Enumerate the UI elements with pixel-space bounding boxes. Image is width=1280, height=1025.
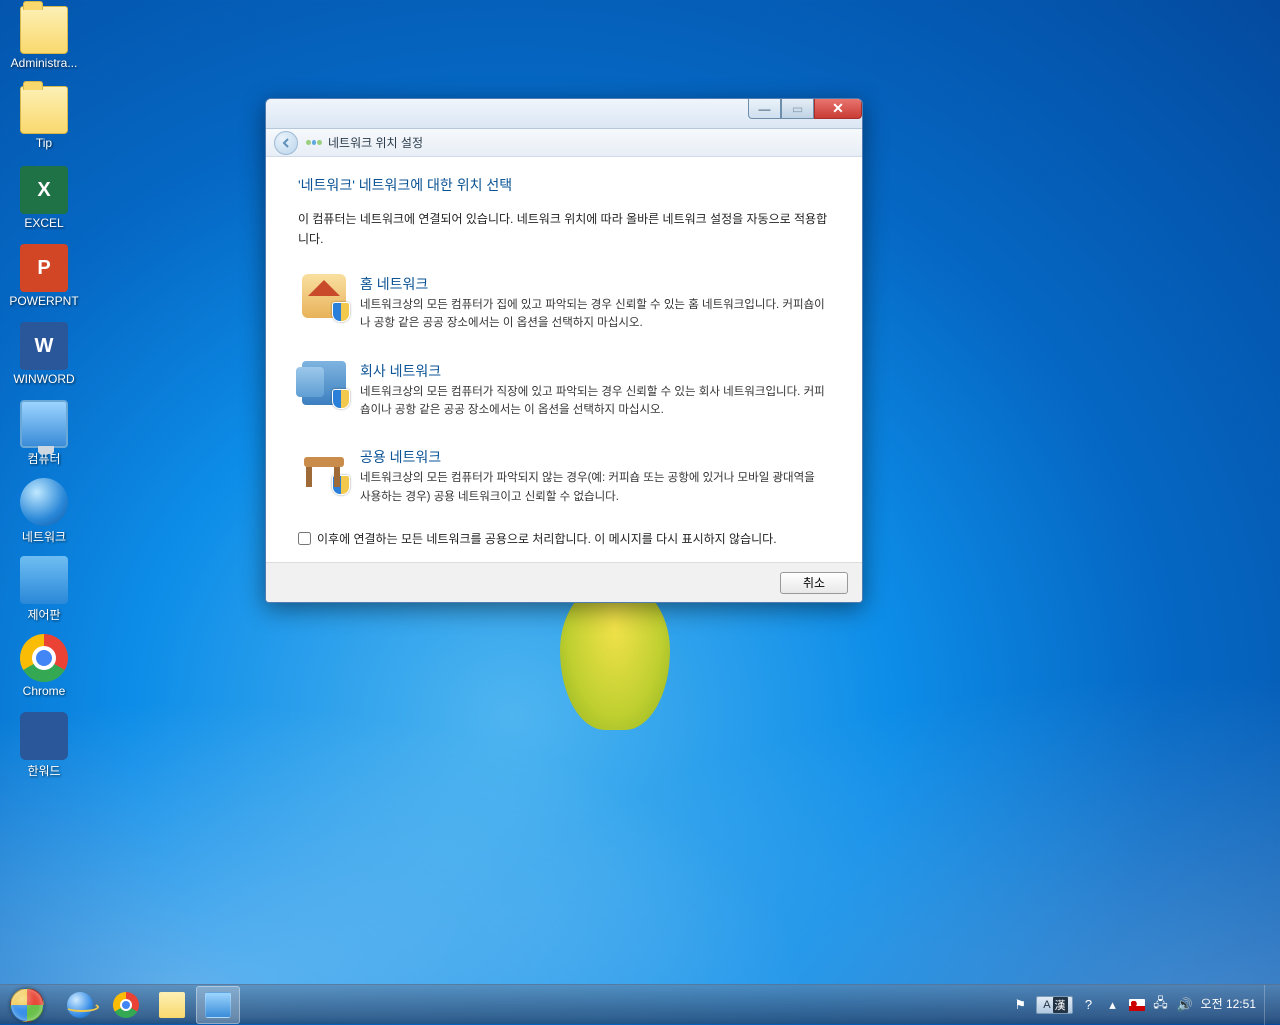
control-panel-icon xyxy=(20,556,68,604)
taskbar-ie[interactable] xyxy=(58,986,102,1024)
arrow-left-icon xyxy=(280,137,292,149)
tray-action-center-icon[interactable]: ⚑ xyxy=(1012,997,1028,1013)
option-title: 공용 네트워크 xyxy=(360,447,826,467)
option-desc: 네트워크상의 모든 컴퓨터가 집에 있고 파악되는 경우 신뢰할 수 있는 홈 … xyxy=(360,296,826,333)
desktop-icon-excel[interactable]: XEXCEL xyxy=(8,166,80,230)
network-small-icon xyxy=(306,135,322,151)
start-button[interactable] xyxy=(0,985,54,1025)
address-bar: 네트워크 위치 설정 xyxy=(266,129,862,157)
network-location-dialog: — ▭ ✕ 네트워크 위치 설정 '네트워크' 네트워크에 대한 위치 선택 이… xyxy=(265,98,863,603)
minimize-button[interactable]: — xyxy=(748,99,781,119)
tray-chevron-icon[interactable]: ▴ xyxy=(1105,997,1121,1013)
folder-icon xyxy=(159,992,185,1018)
option-home-network[interactable]: 홈 네트워크 네트워크상의 모든 컴퓨터가 집에 있고 파악되는 경우 신뢰할 … xyxy=(298,270,830,337)
ie-icon xyxy=(67,992,93,1018)
treat-all-public-checkbox-row[interactable]: 이후에 연결하는 모든 네트워크를 공용으로 처리합니다. 이 메시지를 다시 … xyxy=(298,530,830,547)
desktop-icon-chrome[interactable]: Chrome xyxy=(8,634,80,698)
shield-icon xyxy=(332,475,350,495)
tray-clock[interactable]: 오전 12:51 xyxy=(1201,997,1256,1011)
network-window-icon xyxy=(205,992,231,1018)
public-network-icon xyxy=(302,447,346,491)
titlebar[interactable]: — ▭ ✕ xyxy=(266,99,862,129)
taskbar-explorer[interactable] xyxy=(150,986,194,1024)
windows-orb-icon xyxy=(10,988,44,1022)
option-desc: 네트워크상의 모든 컴퓨터가 직장에 있고 파악되는 경우 신뢰할 수 있는 회… xyxy=(360,383,826,420)
option-work-network[interactable]: 회사 네트워크 네트워크상의 모든 컴퓨터가 직장에 있고 파악되는 경우 신뢰… xyxy=(298,357,830,424)
treat-all-public-checkbox[interactable] xyxy=(298,532,311,545)
desktop-icon-computer[interactable]: 컴퓨터 xyxy=(8,400,80,467)
chrome-icon xyxy=(20,634,68,682)
desktop-icon-hanword[interactable]: 한워드 xyxy=(8,712,80,779)
tray-network-icon[interactable]: 🖧 xyxy=(1153,997,1169,1013)
tray-volume-icon[interactable]: 🔊 xyxy=(1177,997,1193,1013)
shield-icon xyxy=(332,302,350,322)
desktop-icon-word[interactable]: WWINWORD xyxy=(8,322,80,386)
system-tray: ⚑ A漢 ? ▴ 🖧 🔊 오전 12:51 xyxy=(1012,985,1280,1025)
network-icon xyxy=(20,478,68,526)
desktop-icon-network[interactable]: 네트워크 xyxy=(8,478,80,545)
option-title: 회사 네트워크 xyxy=(360,361,826,381)
option-title: 홈 네트워크 xyxy=(360,274,826,294)
tray-help-icon[interactable]: ? xyxy=(1081,997,1097,1013)
desktop-icon-tip[interactable]: Tip xyxy=(8,86,80,150)
desktop-icon-control-panel[interactable]: 제어판 xyxy=(8,556,80,623)
home-network-icon xyxy=(302,274,346,318)
folder-icon xyxy=(20,86,68,134)
hanword-icon xyxy=(20,712,68,760)
option-public-network[interactable]: 공용 네트워크 네트워크상의 모든 컴퓨터가 파악되지 않는 경우(예: 커피숍… xyxy=(298,443,830,510)
desktop-icon-administrator[interactable]: Administra... xyxy=(8,6,80,70)
dialog-footer: 취소 xyxy=(266,562,862,602)
ime-indicator[interactable]: A漢 xyxy=(1036,996,1072,1014)
show-desktop-button[interactable] xyxy=(1264,985,1274,1025)
chrome-icon xyxy=(113,992,139,1018)
taskbar: ⚑ A漢 ? ▴ 🖧 🔊 오전 12:51 xyxy=(0,984,1280,1024)
option-desc: 네트워크상의 모든 컴퓨터가 파악되지 않는 경우(예: 커피숍 또는 공항에 … xyxy=(360,469,826,506)
taskbar-network-dialog[interactable] xyxy=(196,986,240,1024)
cancel-button[interactable]: 취소 xyxy=(780,572,848,594)
computer-icon xyxy=(20,400,68,448)
folder-icon xyxy=(20,6,68,54)
work-network-icon xyxy=(302,361,346,405)
dialog-title: 네트워크 위치 설정 xyxy=(328,134,423,151)
back-button[interactable] xyxy=(274,131,298,155)
taskbar-chrome[interactable] xyxy=(104,986,148,1024)
shield-icon xyxy=(332,389,350,409)
tray-flag-icon[interactable] xyxy=(1129,997,1145,1013)
word-icon: W xyxy=(20,322,68,370)
dialog-content: '네트워크' 네트워크에 대한 위치 선택 이 컴퓨터는 네트워크에 연결되어 … xyxy=(266,157,862,562)
powerpoint-icon: P xyxy=(20,244,68,292)
checkbox-label: 이후에 연결하는 모든 네트워크를 공용으로 처리합니다. 이 메시지를 다시 … xyxy=(317,530,777,547)
excel-icon: X xyxy=(20,166,68,214)
dialog-heading: '네트워크' 네트워크에 대한 위치 선택 xyxy=(298,175,830,195)
close-button[interactable]: ✕ xyxy=(814,99,862,119)
desktop-icon-powerpoint[interactable]: PPOWERPNT xyxy=(8,244,80,308)
maximize-button[interactable]: ▭ xyxy=(781,99,814,119)
dialog-intro: 이 컴퓨터는 네트워크에 연결되어 있습니다. 네트워크 위치에 따라 올바른 … xyxy=(298,209,830,250)
